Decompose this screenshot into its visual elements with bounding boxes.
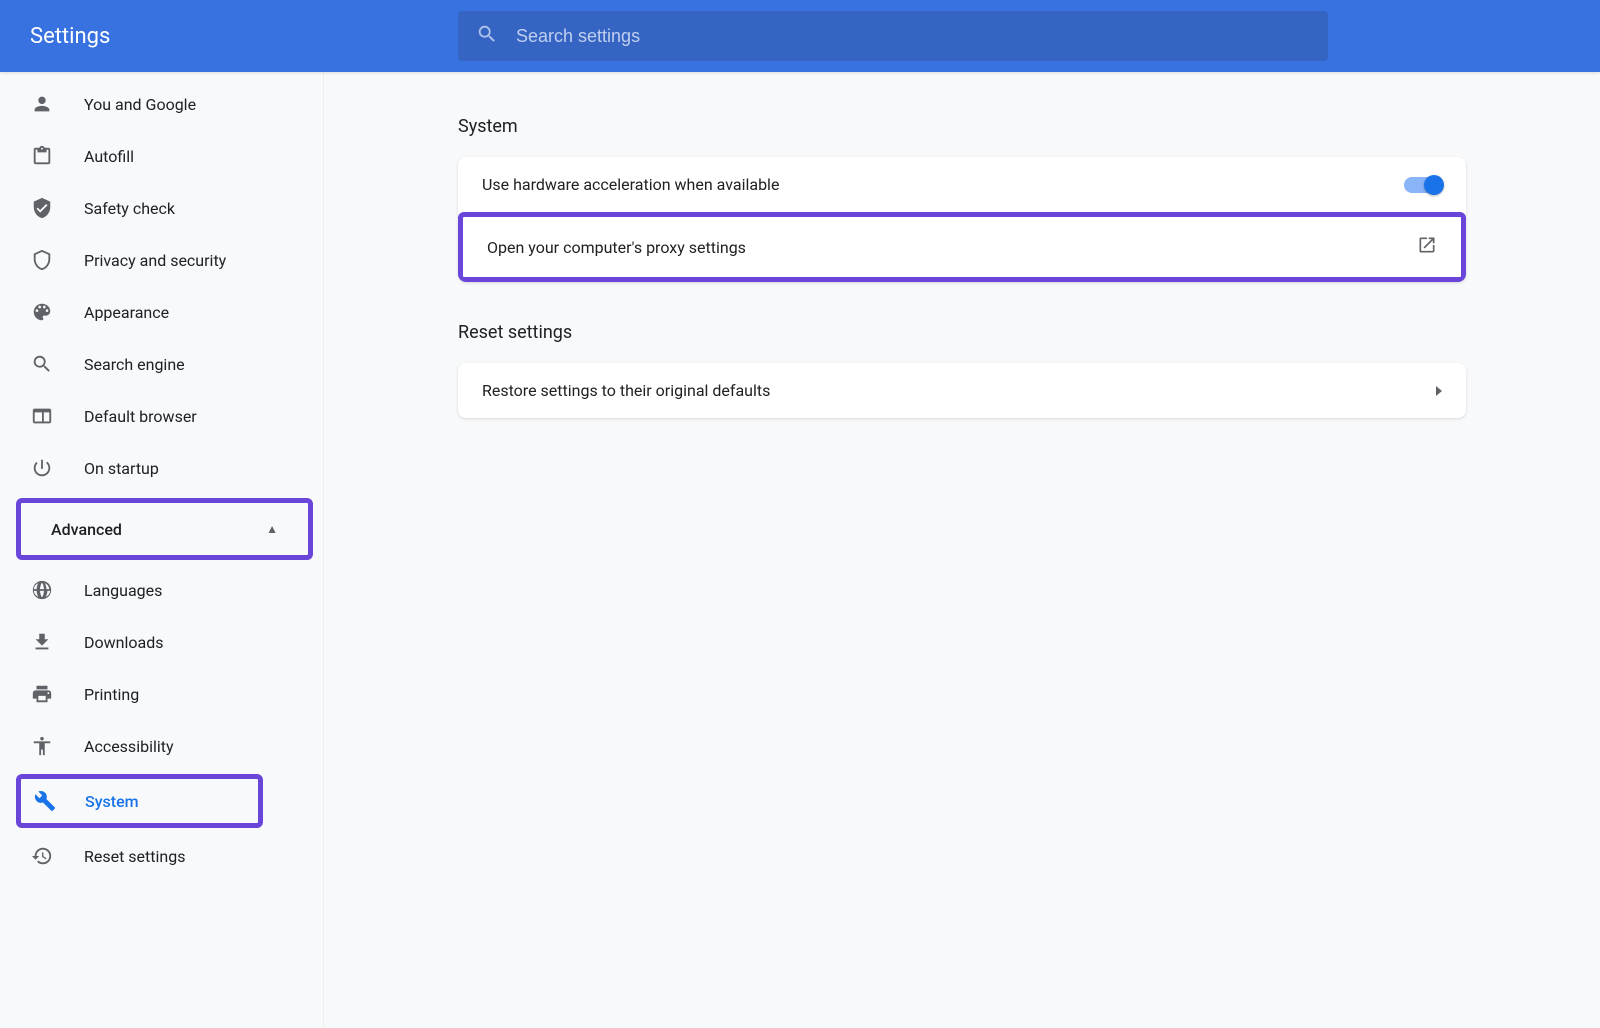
system-card: Use hardware acceleration when available…	[458, 157, 1466, 282]
open-external-icon	[1417, 235, 1437, 259]
highlight-advanced: Advanced ▲	[16, 498, 313, 560]
sidebar-item-label: Autofill	[84, 147, 134, 166]
search-input[interactable]	[516, 26, 1310, 47]
sidebar-item-safety-check[interactable]: Safety check	[0, 182, 323, 234]
wrench-icon	[33, 790, 57, 812]
sidebar-item-label: Accessibility	[84, 737, 174, 756]
accessibility-icon	[30, 735, 54, 757]
sidebar-item-label: Printing	[84, 685, 139, 704]
row-label: Restore settings to their original defau…	[482, 381, 770, 400]
body: You and Google Autofill Safety check Pri…	[0, 72, 1600, 1028]
browser-icon	[30, 405, 54, 427]
section-title-system: System	[458, 116, 1466, 137]
sidebar-item-you-and-google[interactable]: You and Google	[0, 78, 323, 130]
advanced-label: Advanced	[51, 520, 122, 539]
search-icon	[476, 23, 498, 49]
sidebar-item-label: Safety check	[84, 199, 175, 218]
sidebar: You and Google Autofill Safety check Pri…	[0, 72, 324, 1028]
sidebar-item-label: Search engine	[84, 355, 185, 374]
search-container	[458, 11, 1328, 61]
toggle-knob	[1424, 175, 1444, 195]
sidebar-item-label: Reset settings	[84, 847, 185, 866]
hardware-acceleration-row[interactable]: Use hardware acceleration when available	[458, 157, 1466, 212]
sidebar-item-label: Appearance	[84, 303, 169, 322]
sidebar-item-label: You and Google	[84, 95, 196, 114]
person-icon	[30, 93, 54, 115]
sidebar-item-label: Default browser	[84, 407, 197, 426]
search-icon	[30, 353, 54, 375]
sidebar-item-system[interactable]: System	[21, 779, 258, 823]
sidebar-item-appearance[interactable]: Appearance	[0, 286, 323, 338]
sidebar-item-search-engine[interactable]: Search engine	[0, 338, 323, 390]
shield-check-icon	[30, 197, 54, 219]
sidebar-item-printing[interactable]: Printing	[0, 668, 323, 720]
power-icon	[30, 457, 54, 479]
sidebar-item-label: Languages	[84, 581, 162, 600]
clipboard-icon	[30, 145, 54, 167]
section-title-reset: Reset settings	[458, 322, 1466, 343]
page-title: Settings	[30, 24, 458, 49]
search-wrap[interactable]	[458, 11, 1328, 61]
chevron-up-icon: ▲	[266, 522, 278, 536]
highlight-proxy: Open your computer's proxy settings	[458, 212, 1466, 282]
row-label: Use hardware acceleration when available	[482, 175, 779, 194]
globe-icon	[30, 579, 54, 601]
download-icon	[30, 631, 54, 653]
sidebar-item-autofill[interactable]: Autofill	[0, 130, 323, 182]
sidebar-item-label: Privacy and security	[84, 251, 226, 270]
reset-card: Restore settings to their original defau…	[458, 363, 1466, 418]
sidebar-item-downloads[interactable]: Downloads	[0, 616, 323, 668]
sidebar-item-languages[interactable]: Languages	[0, 564, 323, 616]
sidebar-item-default-browser[interactable]: Default browser	[0, 390, 323, 442]
sidebar-item-label: On startup	[84, 459, 159, 478]
restore-icon	[30, 845, 54, 867]
advanced-toggle[interactable]: Advanced ▲	[21, 503, 308, 555]
main-content: System Use hardware acceleration when av…	[324, 72, 1600, 1028]
sidebar-item-label: Downloads	[84, 633, 163, 652]
sidebar-item-label: System	[85, 792, 139, 811]
printer-icon	[30, 683, 54, 705]
row-label: Open your computer's proxy settings	[487, 238, 746, 257]
palette-icon	[30, 301, 54, 323]
sidebar-item-on-startup[interactable]: On startup	[0, 442, 323, 494]
sidebar-item-accessibility[interactable]: Accessibility	[0, 720, 323, 772]
hardware-acceleration-toggle[interactable]	[1404, 177, 1442, 193]
chevron-right-icon	[1436, 386, 1442, 396]
restore-defaults-row[interactable]: Restore settings to their original defau…	[458, 363, 1466, 418]
app-header: Settings	[0, 0, 1600, 72]
sidebar-item-reset-settings[interactable]: Reset settings	[0, 830, 323, 882]
shield-icon	[30, 249, 54, 271]
proxy-settings-row[interactable]: Open your computer's proxy settings	[463, 217, 1461, 277]
sidebar-item-privacy-security[interactable]: Privacy and security	[0, 234, 323, 286]
highlight-system: System	[16, 774, 263, 828]
